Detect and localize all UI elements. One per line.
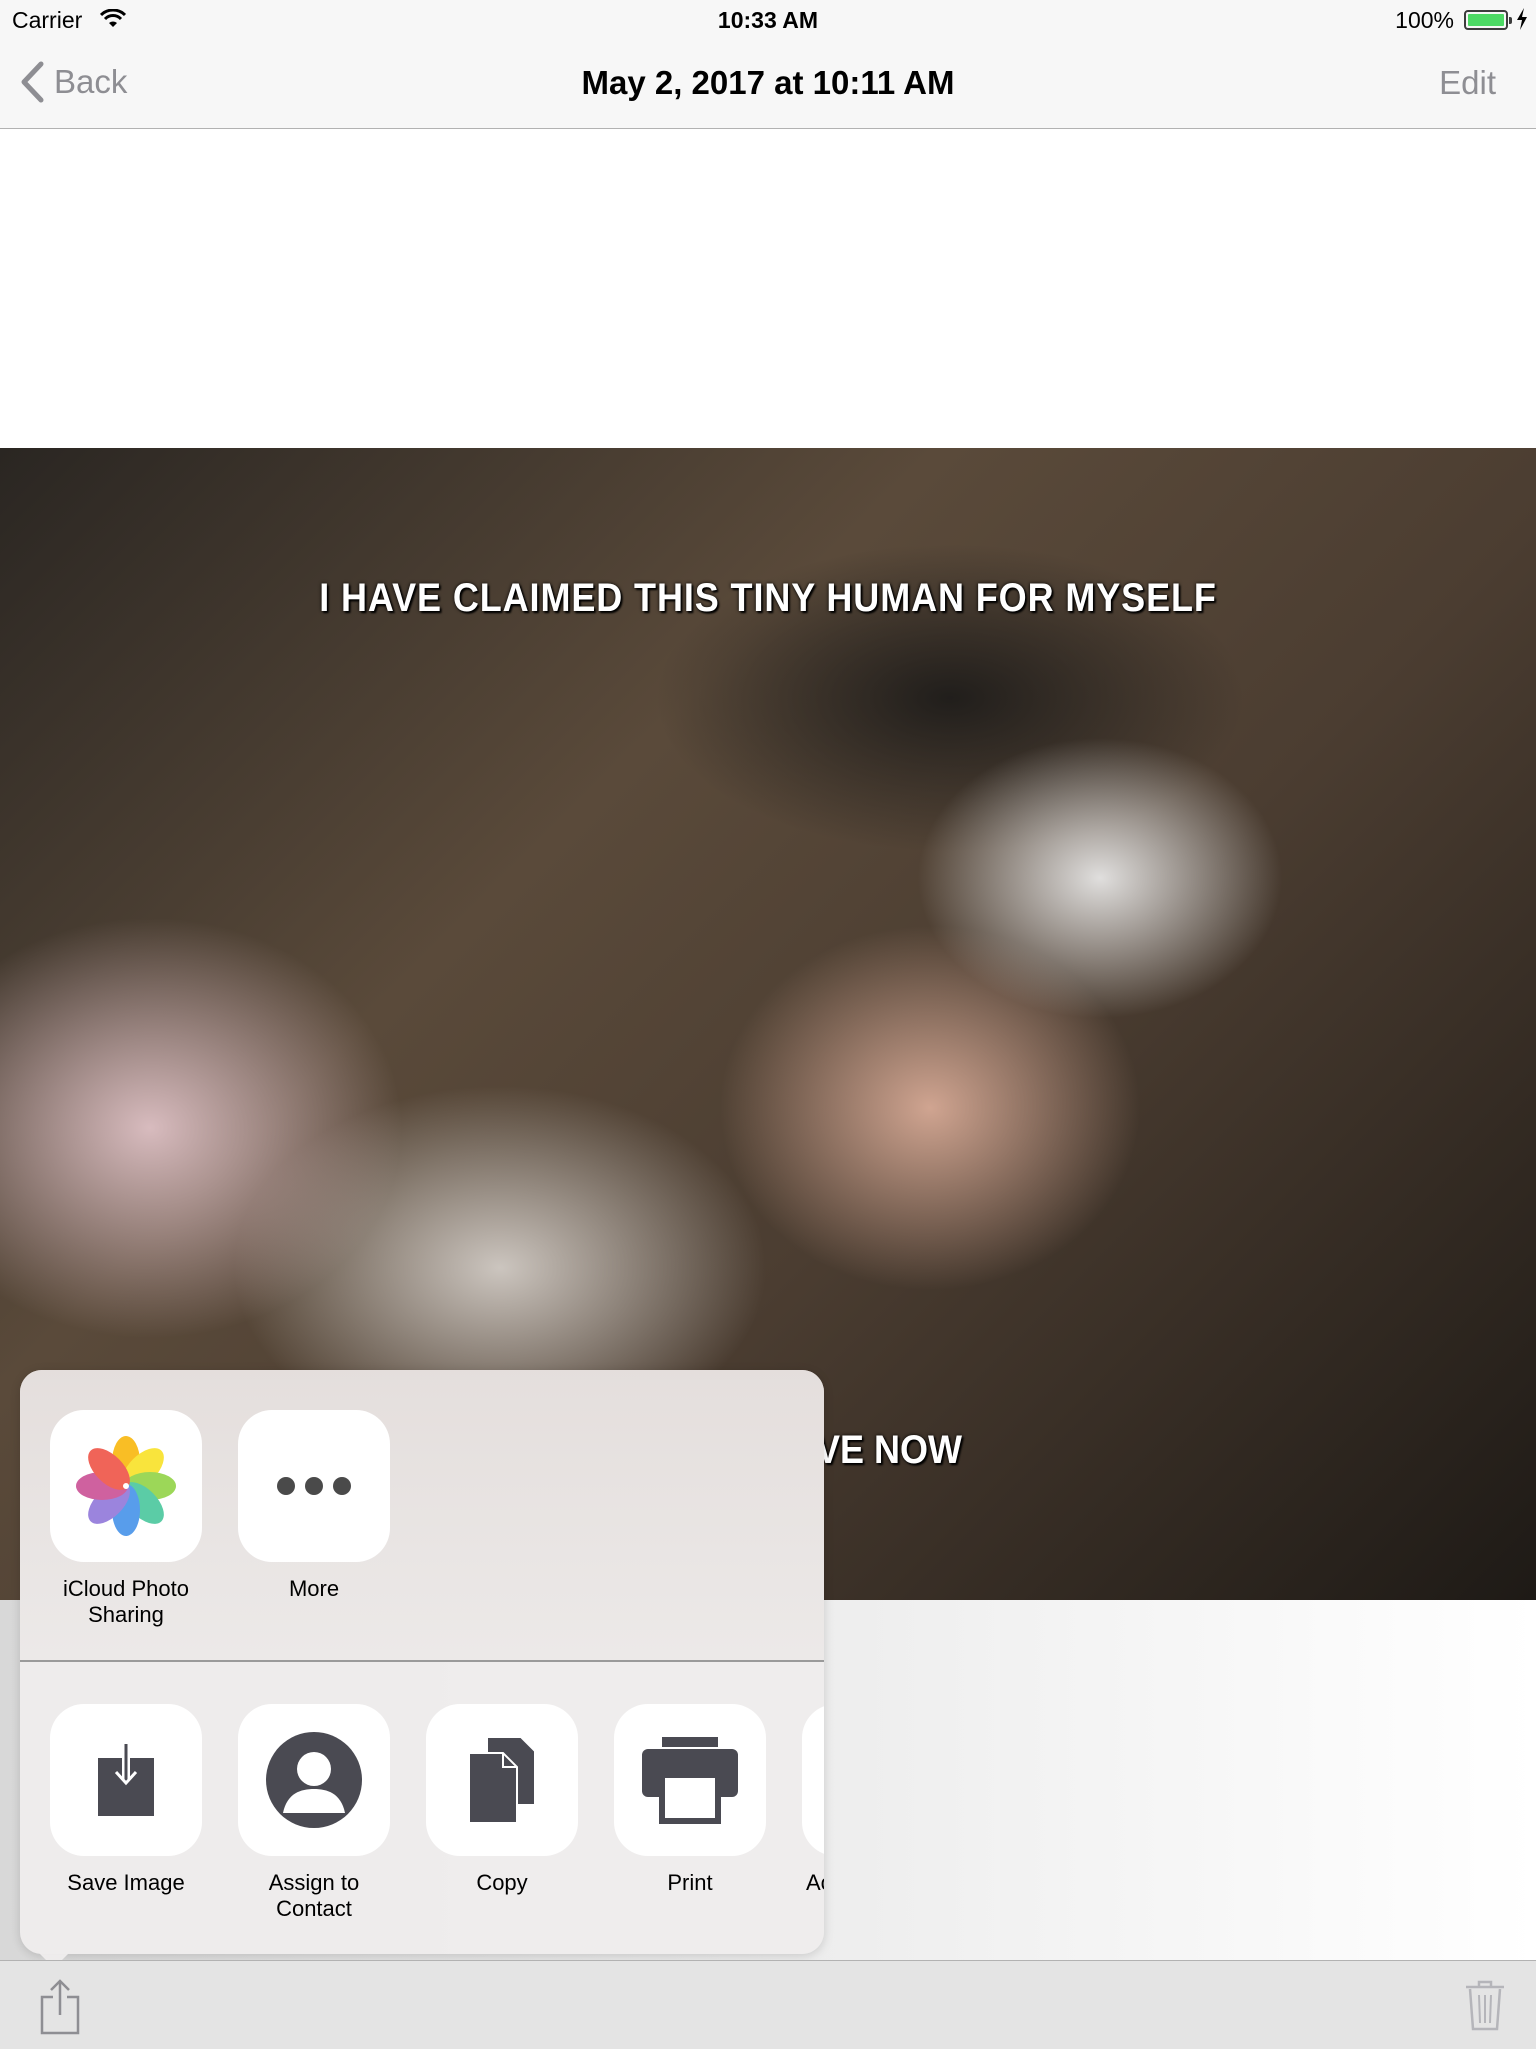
trash-icon[interactable] bbox=[1464, 1979, 1506, 2031]
battery-icon bbox=[1464, 10, 1512, 30]
action-label: Ac bbox=[806, 1870, 824, 1895]
action-label: Assign to Contact bbox=[268, 1870, 360, 1921]
status-bar: Carrier 10:33 AM 100% bbox=[0, 0, 1536, 40]
charging-icon bbox=[1517, 8, 1527, 30]
share-actions-row: Save Image Assign to Contact Copy Print … bbox=[50, 1704, 824, 1922]
action-label: Save Image bbox=[67, 1870, 185, 1895]
partial-action-icon bbox=[802, 1704, 824, 1856]
battery-percent: 100% bbox=[1395, 7, 1454, 33]
meme-caption-bottom: VE NOW bbox=[816, 1428, 963, 1472]
photos-icon bbox=[50, 1410, 202, 1562]
share-icon[interactable] bbox=[38, 1979, 82, 2035]
partial-action-button[interactable]: Ac bbox=[802, 1704, 824, 1922]
share-apps-row: iCloud Photo Sharing More bbox=[50, 1410, 390, 1628]
bottom-toolbar bbox=[0, 1960, 1536, 2049]
save-image-button[interactable]: Save Image bbox=[50, 1704, 202, 1922]
share-divider bbox=[20, 1660, 824, 1662]
share-app-label: iCloud Photo Sharing bbox=[63, 1576, 189, 1627]
share-app-label: More bbox=[288, 1576, 340, 1601]
meme-caption-top: I HAVE CLAIMED THIS TINY HUMAN FOR MYSEL… bbox=[319, 576, 1217, 620]
contact-icon bbox=[238, 1704, 390, 1856]
assign-to-contact-button[interactable]: Assign to Contact bbox=[238, 1704, 390, 1922]
action-label: Print bbox=[667, 1870, 713, 1895]
more-apps-button[interactable]: More bbox=[238, 1410, 390, 1628]
navigation-bar: Back May 2, 2017 at 10:11 AM Edit bbox=[0, 40, 1536, 129]
more-icon bbox=[238, 1410, 390, 1562]
print-icon bbox=[614, 1704, 766, 1856]
share-sheet: iCloud Photo Sharing More Save Image Ass… bbox=[20, 1370, 824, 1954]
save-image-icon bbox=[50, 1704, 202, 1856]
copy-button[interactable]: Copy bbox=[426, 1704, 578, 1922]
icloud-photo-sharing-button[interactable]: iCloud Photo Sharing bbox=[50, 1410, 202, 1628]
page-title: May 2, 2017 at 10:11 AM bbox=[581, 64, 955, 101]
action-label: Copy bbox=[476, 1870, 528, 1895]
status-time: 10:33 AM bbox=[717, 7, 819, 33]
edit-button[interactable]: Edit bbox=[1439, 64, 1496, 102]
print-button[interactable]: Print bbox=[614, 1704, 766, 1922]
copy-icon bbox=[426, 1704, 578, 1856]
